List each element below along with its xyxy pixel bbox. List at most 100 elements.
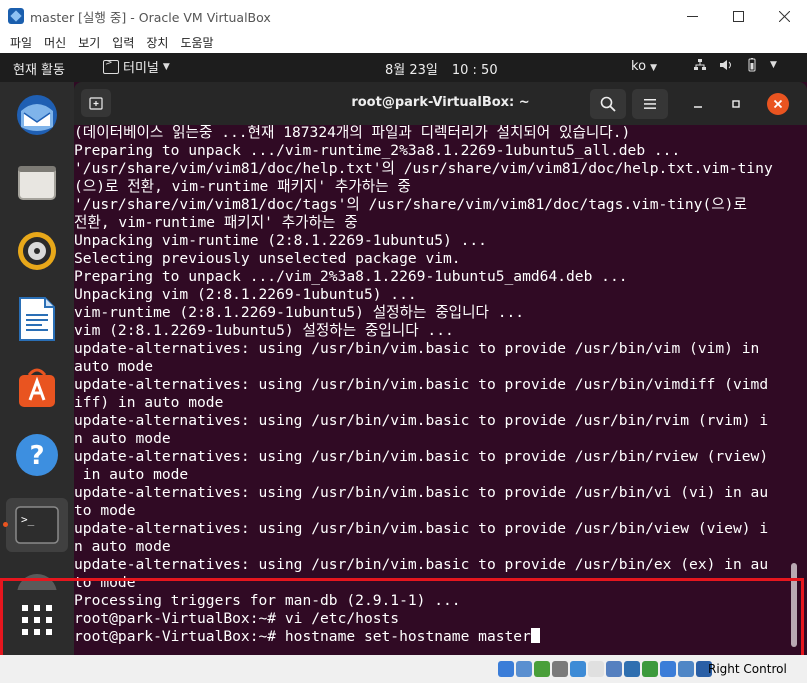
vm-device-icon[interactable] [624,661,640,677]
close-icon [778,10,790,22]
terminal-line: to mode [74,574,773,592]
terminal-output[interactable]: (데이터베이스 읽는중 ...현재 187324개의 파일과 디렉터리가 설치되… [74,125,807,655]
ubuntu-software-icon [19,368,55,407]
dock-item-terminal[interactable]: >_ [3,498,68,552]
terminal-line-text: Unpacking vim-runtime (2:8.1.2269-1ubunt… [74,232,487,249]
gnome-top-bar: 현재 활동 터미널 ▼ 8월 23일 10 : 50 ko ▼ ▼ [0,53,807,82]
terminal-maximize-button[interactable] [726,94,746,114]
menu-help[interactable]: 도움말 [174,34,219,51]
terminal-icon [103,58,119,74]
close-button[interactable] [761,0,807,32]
maximize-icon [732,10,744,22]
menu-button[interactable] [632,89,668,119]
app-menu[interactable]: 터미널 ▼ [103,57,170,76]
menu-input[interactable]: 입력 [106,34,140,51]
minimize-button[interactable] [669,0,715,32]
terminal-scrollbar[interactable] [791,563,797,647]
dock-item-show-applications[interactable] [13,590,61,650]
terminal-cursor [530,628,540,643]
dock-item-thunderbird[interactable] [13,91,61,139]
system-status-area[interactable]: ▼ [692,57,777,73]
clock-time: 10 : 50 [451,63,498,78]
window-titlebar: master [실행 중] - Oracle VM VirtualBox [0,0,807,32]
hamburger-icon [644,99,656,109]
clock[interactable]: 8월 23일 10 : 50 [385,59,498,78]
show-applications-icon [22,605,52,635]
terminal-minimize-button[interactable] [688,94,708,114]
window-controls [669,0,807,32]
terminal-window: root@park-VirtualBox: ~ (데이터베이스 읽는중 ...현… [74,82,807,655]
terminal-icon: >_ [15,506,59,544]
terminal-line: Preparing to unpack .../vim_2%3a8.1.2269… [74,268,773,286]
vm-device-icon[interactable] [606,661,622,677]
dock: ? >_ [0,82,74,655]
terminal-line-text: root@park-VirtualBox:~# vi /etc/hosts [74,610,400,627]
caret-down-icon: ▼ [162,61,170,72]
menu-view[interactable]: 보기 [72,34,106,51]
vm-device-icon[interactable] [534,661,550,677]
terminal-lines: (데이터베이스 읽는중 ...현재 187324개의 파일과 디렉터리가 설치되… [74,125,773,646]
volume-icon [718,57,734,73]
dock-item-rhythmbox[interactable] [13,227,61,275]
terminal-line: Processing triggers for man-db (2.9.1-1)… [74,592,773,610]
terminal-line: Unpacking vim (2:8.1.2269-1ubuntu5) ... [74,286,773,304]
vm-device-icon[interactable] [678,661,694,677]
terminal-line: (으)로 전환, vim-runtime 패키지' 추가하는 중 [74,178,773,196]
dock-item-libreoffice-writer[interactable] [13,295,61,343]
terminal-line-text: root@park-VirtualBox:~# hostname set-hos… [74,628,531,645]
terminal-line-text: vim-runtime (2:8.1.2269-1ubuntu5) 설정하는 중… [74,304,525,321]
vm-device-icon[interactable] [552,661,568,677]
terminal-line-text: n auto mode [74,430,171,447]
activities-button[interactable]: 현재 활동 [13,59,65,78]
terminal-line: update-alternatives: using /usr/bin/vim.… [74,520,773,538]
terminal-line-text: Selecting previously unselected package … [74,250,461,267]
search-button[interactable] [590,89,626,119]
network-wired-icon [692,57,708,73]
terminal-line: vim (2:8.1.2269-1ubuntu5) 설정하는 중입니다 ... [74,322,773,340]
svg-text:?: ? [29,441,44,471]
dock-item-files[interactable] [13,159,61,207]
terminal-line: in auto mode [74,466,773,484]
terminal-line: n auto mode [74,538,773,556]
terminal-line-text: '/usr/share/vim/vim81/doc/tags'의 /usr/sh… [74,196,747,213]
restore-icon [732,100,740,108]
dock-item-ubuntu-software[interactable] [13,363,61,411]
terminal-line-text: in auto mode [74,466,189,483]
terminal-line: Preparing to unpack .../vim-runtime_2%3a… [74,142,773,160]
window-title: master [실행 중] - Oracle VM VirtualBox [30,9,271,25]
terminal-line: auto mode [74,358,773,376]
terminal-line-text: (으)로 전환, vim-runtime 패키지' 추가하는 중 [74,178,411,195]
maximize-button[interactable] [715,0,761,32]
caret-down-icon: ▼ [650,63,658,73]
terminal-line-text: update-alternatives: using /usr/bin/vim.… [74,412,769,429]
libreoffice-writer-icon [19,297,55,341]
terminal-line: update-alternatives: using /usr/bin/vim.… [74,448,773,466]
terminal-close-button[interactable] [767,93,789,115]
battery-icon [744,57,760,73]
virtualbox-app-icon [8,8,24,24]
terminal-line: iff) in auto mode [74,394,773,412]
vm-device-icon[interactable] [570,661,586,677]
vm-device-icon[interactable] [660,661,676,677]
terminal-line-text: auto mode [74,358,154,375]
vm-device-icon[interactable] [516,661,532,677]
terminal-line-text: update-alternatives: using /usr/bin/vim.… [74,376,769,393]
keyboard-layout-indicator[interactable]: ko ▼ [631,59,657,74]
menu-file[interactable]: 파일 [4,34,38,51]
terminal-line-text: Preparing to unpack .../vim-runtime_2%3a… [74,142,681,159]
menu-machine[interactable]: 머신 [38,34,72,51]
files-icon [18,166,56,200]
terminal-line: Unpacking vim-runtime (2:8.1.2269-1ubunt… [74,232,773,250]
minimize-icon [694,106,702,108]
terminal-line-text: (데이터베이스 읽는중 ...현재 187324개의 파일과 디렉터리가 설치되… [74,125,631,141]
terminal-line-text: to mode [74,502,136,519]
vm-device-icon[interactable] [498,661,514,677]
menu-devices[interactable]: 장치 [140,34,174,51]
vm-device-icon[interactable] [588,661,604,677]
terminal-line-text: to mode [74,574,136,591]
vm-device-icon[interactable] [642,661,658,677]
dock-item-help[interactable]: ? [13,431,61,479]
menubar: 파일 머신 보기 입력 장치 도움말 [0,32,807,53]
terminal-line: 전환, vim-runtime 패키지' 추가하는 중 [74,214,773,232]
terminal-line: to mode [74,502,773,520]
